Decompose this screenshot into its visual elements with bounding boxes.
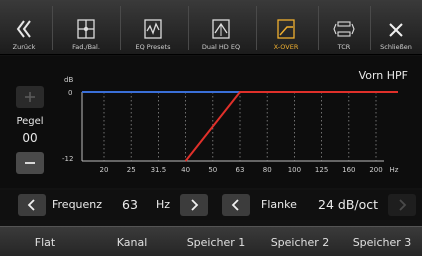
- x-tick-label: 80: [263, 166, 272, 174]
- preset-speicher-2-button[interactable]: Speicher 2: [258, 227, 342, 256]
- minus-icon: [25, 162, 35, 164]
- level-up-button[interactable]: [16, 86, 44, 108]
- graph-title: Vorn HPF: [358, 69, 408, 82]
- frequency-value: 63: [122, 197, 138, 212]
- tab-dual-hd-eq[interactable]: Dual HD EQ: [190, 0, 252, 55]
- y-unit-label: dB: [64, 76, 73, 84]
- x-tick-label: 25: [127, 166, 136, 174]
- crossover-icon: [277, 19, 295, 39]
- tcr-icon: [333, 21, 355, 37]
- tab-fader-balance[interactable]: Fad./Bal.: [58, 0, 114, 55]
- chevron-left-icon: [231, 199, 239, 211]
- separator: [370, 6, 371, 50]
- tab-label: Fad./Bal.: [72, 43, 100, 51]
- y-tick-label: -12: [62, 155, 73, 163]
- level-down-button[interactable]: [16, 152, 44, 174]
- slope-label: Flanke: [261, 198, 297, 211]
- preset-speicher-1-button[interactable]: Speicher 1: [174, 227, 258, 256]
- separator: [52, 6, 53, 50]
- slope-value: 24 dB/oct: [318, 197, 379, 212]
- tab-label: X-OVER: [273, 43, 299, 51]
- tab-eq-presets[interactable]: EQ Presets: [124, 0, 182, 55]
- x-tick-label: 31.5: [151, 166, 167, 174]
- close-button[interactable]: Schließen: [374, 0, 418, 55]
- frequency-unit: Hz: [156, 198, 171, 211]
- tab-label: EQ Presets: [135, 43, 171, 51]
- x-tick-label: 63: [236, 166, 245, 174]
- preset-speicher-3-button[interactable]: Speicher 3: [342, 227, 422, 256]
- frequency-label: Frequenz: [52, 198, 103, 211]
- preset-flat-button[interactable]: Flat: [0, 227, 90, 256]
- close-icon: [389, 23, 403, 37]
- separator: [318, 6, 319, 50]
- back-icon: [16, 20, 31, 38]
- separator: [120, 6, 121, 50]
- x-unit-label: Hz: [390, 166, 399, 174]
- x-tick-label: 40: [181, 166, 190, 174]
- dual-hd-eq-icon: [212, 19, 230, 39]
- chevron-right-icon: [399, 199, 407, 211]
- plus-icon: [25, 92, 35, 102]
- preset-kanal-button[interactable]: Kanal: [90, 227, 174, 256]
- x-tick-label: 160: [342, 166, 355, 174]
- slope-down-button[interactable]: [222, 194, 250, 216]
- level-value: 00: [22, 131, 38, 145]
- separator: [256, 6, 257, 50]
- top-toolbar: Zurück Fad./Bal. EQ Presets Dual HD EQ X…: [0, 0, 422, 55]
- x-tick-label: 100: [288, 166, 301, 174]
- frequency-down-button[interactable]: [18, 194, 46, 216]
- chevron-left-icon: [27, 199, 35, 211]
- x-tick-label: 125: [315, 166, 328, 174]
- parameter-row: Frequenz 63 Hz Flanke 24 dB/oct: [0, 190, 422, 220]
- eq-presets-icon: [144, 19, 162, 39]
- filter-response-line: [184, 91, 398, 162]
- tab-x-over[interactable]: X-OVER: [258, 0, 314, 55]
- x-tick-label: 50: [208, 166, 217, 174]
- frequency-up-button[interactable]: [180, 194, 208, 216]
- tab-tcr[interactable]: TCR: [322, 0, 366, 55]
- chevron-right-icon: [191, 199, 199, 211]
- x-tick-label: 20: [100, 166, 109, 174]
- back-label: Zurück: [12, 43, 36, 51]
- x-tick-label: 200: [369, 166, 382, 174]
- close-label: Schließen: [380, 43, 412, 51]
- y-tick-label: 0: [68, 89, 72, 97]
- separator: [188, 6, 189, 50]
- tab-label: Dual HD EQ: [201, 43, 241, 51]
- back-button[interactable]: Zurück: [4, 0, 44, 55]
- fader-balance-icon: [77, 19, 95, 39]
- level-label: Pegel: [16, 116, 44, 127]
- tab-label: TCR: [337, 43, 351, 51]
- crossover-graph-panel: 20 25 31.5 40 50 63 80 100 125 160 200 Hz dB 0 -12 Peg…: [0, 56, 422, 188]
- preset-bar: Flat Kanal Speicher 1 Speicher 2 Speiche…: [0, 226, 422, 256]
- slope-up-button[interactable]: [388, 194, 416, 216]
